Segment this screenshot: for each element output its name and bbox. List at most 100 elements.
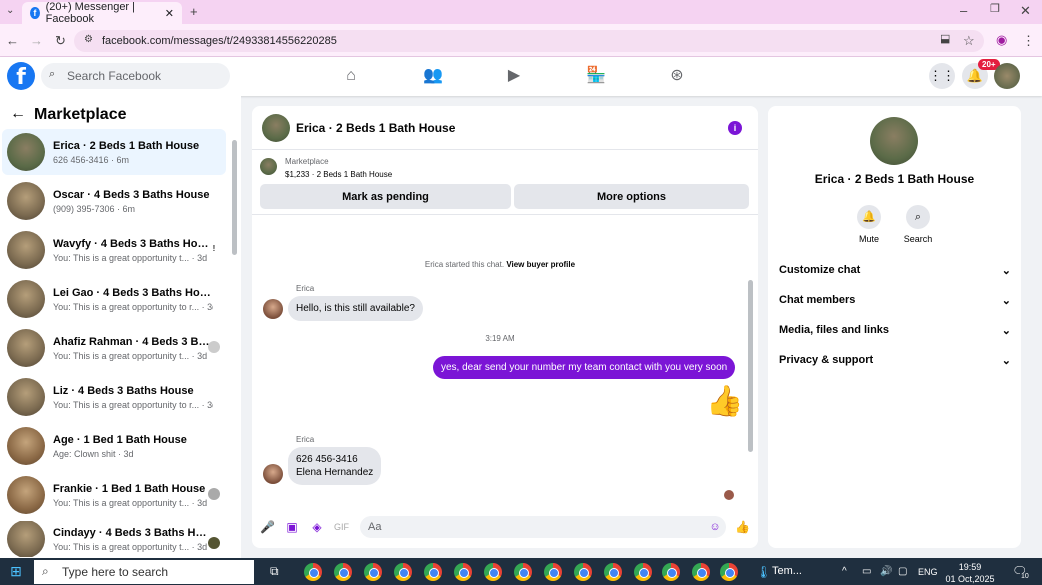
conversation-item[interactable]: Lei Gao · 4 Beds 3 Baths House You: This…: [2, 276, 226, 322]
marketplace-label: Marketplace: [285, 157, 329, 166]
chevron-down-icon: ⌄: [1001, 295, 1011, 307]
weather-text[interactable]: Tem...: [772, 565, 802, 577]
chrome-app-icon[interactable]: [604, 563, 622, 581]
forward-icon[interactable]: →: [30, 34, 43, 47]
mute-bell-icon[interactable]: 🔔: [857, 205, 881, 229]
chrome-app-icon[interactable]: [720, 563, 738, 581]
bookmark-star-icon[interactable]: ☆: [963, 34, 975, 47]
customize-chat-row[interactable]: Customize chat ⌄: [779, 264, 1011, 277]
chat-members-row[interactable]: Chat members ⌄: [779, 294, 1011, 307]
sender-avatar[interactable]: [263, 464, 283, 484]
chrome-app-icon[interactable]: [692, 563, 710, 581]
more-options-button[interactable]: More options: [514, 184, 749, 209]
install-app-icon[interactable]: ⬓: [940, 34, 950, 45]
network-icon[interactable]: ▢: [898, 566, 907, 577]
back-arrow-icon[interactable]: ←: [10, 105, 26, 123]
incoming-message[interactable]: 626 456-3416 Elena Hernandez: [288, 447, 382, 485]
conversation-item[interactable]: Erica · 2 Beds 1 Bath House 626 456-3416…: [2, 129, 226, 175]
friends-icon[interactable]: 👥: [422, 66, 444, 86]
privacy-support-row[interactable]: Privacy & support ⌄: [779, 354, 1011, 367]
taskbar-search-input[interactable]: ⌕ Type here to search: [34, 560, 254, 584]
apps-menu-icon[interactable]: ⋮⋮: [929, 63, 955, 89]
address-bar[interactable]: ⚙ facebook.com/messages/t/24933814556220…: [74, 30, 984, 52]
conversation-item[interactable]: Wavyfy · 4 Beds 3 Baths House You: This …: [2, 227, 226, 273]
language-indicator[interactable]: ENG: [918, 567, 938, 577]
microphone-icon[interactable]: 🎤: [260, 520, 275, 534]
chat-started-text: Erica started this chat.: [424, 260, 505, 269]
photo-icon[interactable]: ▣: [285, 520, 299, 534]
account-avatar[interactable]: [994, 63, 1020, 89]
conversation-item[interactable]: Cindayy · 4 Beds 3 Baths House You: This…: [2, 521, 226, 557]
conversation-preview: You: This is a great opportunity to r...…: [53, 301, 213, 312]
outgoing-message[interactable]: yes, dear send your number my team conta…: [433, 356, 736, 379]
chrome-app-icon[interactable]: [364, 563, 382, 581]
new-tab-icon[interactable]: +: [190, 5, 198, 18]
clock[interactable]: 19:59 01 Oct,2025: [944, 561, 996, 585]
volume-icon[interactable]: 🔊: [880, 566, 892, 577]
conversation-item[interactable]: Ahafiz Rahman · 4 Beds 3 Bat... You: Thi…: [2, 325, 226, 371]
gif-icon[interactable]: GIF: [334, 520, 349, 534]
send-like-icon[interactable]: 👍: [735, 520, 750, 534]
marketplace-icon[interactable]: 🏪: [585, 66, 607, 86]
chat-title[interactable]: Erica · 2 Beds 1 Bath House: [296, 121, 455, 135]
chat-scrollbar[interactable]: [748, 280, 753, 452]
sticker-icon[interactable]: ◈: [310, 520, 324, 534]
message-input[interactable]: Aa: [360, 516, 726, 538]
chrome-app-icon[interactable]: [514, 563, 532, 581]
view-buyer-profile-link[interactable]: View buyer profile: [506, 260, 575, 269]
window-close-icon[interactable]: ✕: [1020, 4, 1031, 17]
sender-avatar[interactable]: [263, 299, 283, 319]
reload-icon[interactable]: ↻: [55, 34, 66, 47]
site-info-icon[interactable]: ⚙: [84, 35, 93, 45]
emoji-icon[interactable]: ☺: [708, 520, 722, 534]
facebook-logo-icon[interactable]: f: [7, 62, 35, 90]
chrome-app-icon[interactable]: [334, 563, 352, 581]
tray-chevron-icon[interactable]: ^: [842, 566, 847, 577]
home-icon[interactable]: ⌂: [340, 66, 362, 86]
conversation-item[interactable]: Oscar · 4 Beds 3 Baths House (909) 395-7…: [2, 178, 226, 224]
listing-price[interactable]: $1,233 · 2 Beds 1 Bath House: [285, 170, 392, 179]
chrome-app-icon[interactable]: [544, 563, 562, 581]
thumbs-up-icon[interactable]: 👍: [706, 387, 743, 417]
browser-tab[interactable]: f (20+) Messenger | Facebook ✕: [22, 1, 182, 25]
sidebar-title: Marketplace: [34, 106, 127, 123]
mark-as-pending-button[interactable]: Mark as pending: [260, 184, 511, 209]
notification-count: 10: [1020, 573, 1030, 580]
restore-icon[interactable]: ❐: [990, 4, 1000, 15]
tab-title: (20+) Messenger | Facebook: [45, 1, 136, 25]
info-icon[interactable]: i: [728, 121, 742, 135]
back-icon[interactable]: ←: [6, 34, 19, 47]
tab-search-icon[interactable]: ⌄: [6, 6, 14, 16]
marketplace-listing-thumbnail: [260, 158, 277, 175]
facebook-search-input[interactable]: ⌕ Search Facebook: [41, 63, 230, 89]
conversation-item[interactable]: Frankie · 1 Bed 1 Bath House You: This i…: [2, 472, 226, 518]
message-phone: 626 456-3416: [296, 454, 358, 465]
divider: [252, 214, 758, 215]
search-icon[interactable]: ⌕: [906, 205, 930, 229]
alert-icon: !: [212, 244, 216, 253]
media-files-links-row[interactable]: Media, files and links ⌄: [779, 324, 1011, 337]
task-view-icon[interactable]: ⧉: [270, 564, 279, 579]
conversation-item[interactable]: Age · 1 Bed 1 Bath House Age: Clown shit…: [2, 423, 226, 469]
profile-icon[interactable]: ◉: [996, 33, 1007, 46]
chrome-app-icon[interactable]: [454, 563, 472, 581]
incoming-message[interactable]: Hello, is this still available?: [288, 296, 423, 321]
chrome-app-icon[interactable]: [662, 563, 680, 581]
chrome-app-icon[interactable]: [484, 563, 502, 581]
chrome-menu-icon[interactable]: ⋮: [1022, 34, 1035, 47]
chrome-app-icon[interactable]: [424, 563, 442, 581]
windows-start-icon[interactable]: ⊞: [0, 558, 32, 585]
video-icon[interactable]: ▶: [503, 66, 525, 86]
tab-close-icon[interactable]: ✕: [165, 7, 174, 20]
conversation-item[interactable]: Liz · 4 Beds 3 Baths House You: This is …: [2, 374, 226, 420]
chrome-app-icon[interactable]: [394, 563, 412, 581]
sidebar-scrollbar[interactable]: [232, 140, 237, 255]
chat-listing-thumbnail[interactable]: [262, 114, 290, 142]
chrome-app-icon[interactable]: [634, 563, 652, 581]
details-listing-thumbnail[interactable]: [870, 117, 918, 165]
groups-icon[interactable]: ⊛: [666, 66, 688, 86]
chrome-app-icon[interactable]: [574, 563, 592, 581]
chrome-app-icon[interactable]: [304, 563, 322, 581]
battery-icon[interactable]: ▭: [862, 566, 871, 577]
minimize-icon[interactable]: –: [960, 4, 967, 17]
